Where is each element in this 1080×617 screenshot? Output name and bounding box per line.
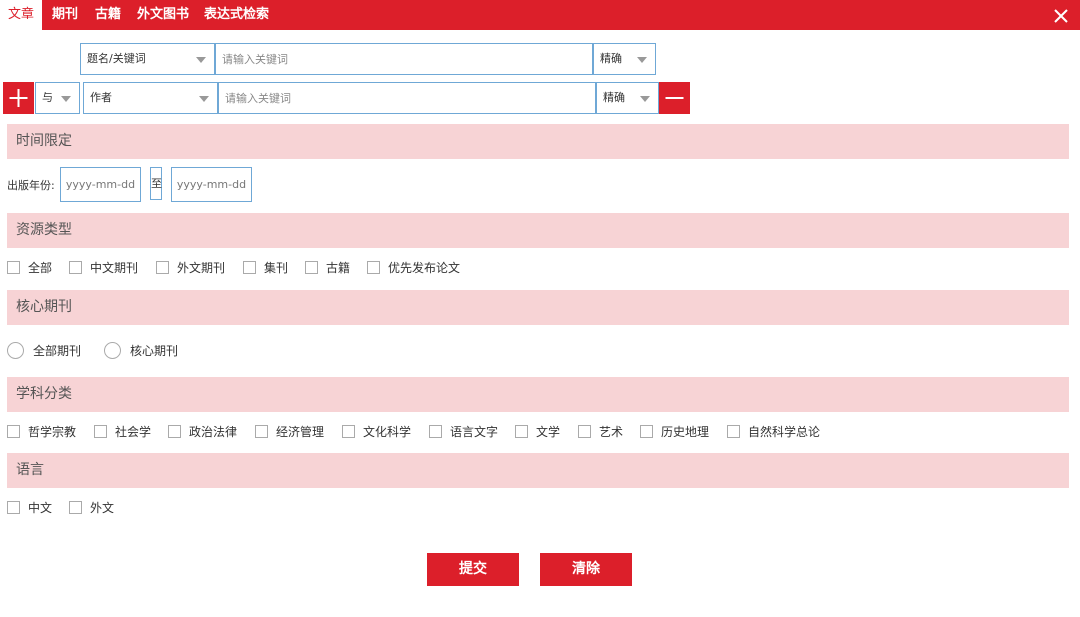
match-select-1-value: 精确 xyxy=(600,52,622,65)
radio[interactable] xyxy=(7,342,24,359)
date-from-input[interactable] xyxy=(60,167,141,202)
checkbox[interactable] xyxy=(367,261,380,274)
checkbox[interactable] xyxy=(727,425,740,438)
option-label: 文学 xyxy=(536,425,561,439)
logic-select-value: 与 xyxy=(42,91,53,104)
minus-icon xyxy=(665,97,684,99)
time-section-header: 时间限定 xyxy=(7,124,1069,159)
checkbox[interactable] xyxy=(168,425,181,438)
checkbox[interactable] xyxy=(305,261,318,274)
option-label: 历史地理 xyxy=(661,425,710,439)
checkbox[interactable] xyxy=(578,425,591,438)
match-select-1[interactable]: 精确 xyxy=(593,43,656,75)
close-button[interactable] xyxy=(1048,4,1074,28)
publish-year-label: 出版年份: xyxy=(7,179,55,192)
chevron-down-icon xyxy=(640,96,650,102)
resource-section-header: 资源类型 xyxy=(7,213,1069,248)
clear-button[interactable]: 清除 xyxy=(540,553,632,586)
option-label: 古籍 xyxy=(326,261,351,275)
field-select-2[interactable]: 作者 xyxy=(83,82,218,114)
add-row-button[interactable] xyxy=(3,82,34,114)
checkbox[interactable] xyxy=(69,261,82,274)
keyword-input-1-field[interactable] xyxy=(216,44,592,74)
match-select-2-value: 精确 xyxy=(603,91,625,104)
field-select-1-value: 题名/关键词 xyxy=(87,52,146,65)
option-label: 语言文字 xyxy=(450,425,499,439)
checkbox[interactable] xyxy=(7,261,20,274)
field-select-1[interactable]: 题名/关键词 xyxy=(80,43,215,75)
plus-icon xyxy=(9,89,28,107)
tab-foreign-books[interactable]: 外文图书 xyxy=(129,0,197,30)
option-label: 外文期刊 xyxy=(177,261,226,275)
chevron-down-icon xyxy=(61,96,71,102)
checkbox[interactable] xyxy=(243,261,256,274)
date-to-separator: 至 xyxy=(150,167,162,200)
tab-ancient-books[interactable]: 古籍 xyxy=(87,0,129,30)
date-to-field[interactable] xyxy=(172,168,251,201)
checkbox[interactable] xyxy=(429,425,442,438)
option-label: 集刊 xyxy=(264,261,289,275)
logic-select[interactable]: 与 xyxy=(35,82,80,114)
chevron-down-icon xyxy=(199,96,209,102)
tab-expression-search[interactable]: 表达式检索 xyxy=(196,0,277,30)
top-tab-bar: 文章 期刊 古籍 外文图书 表达式检索 xyxy=(0,0,1080,30)
checkbox[interactable] xyxy=(7,501,20,514)
checkbox[interactable] xyxy=(156,261,169,274)
date-from-field[interactable] xyxy=(61,168,140,201)
language-section-header: 语言 xyxy=(7,453,1069,488)
keyword-input-1[interactable] xyxy=(215,43,593,75)
checkbox[interactable] xyxy=(515,425,528,438)
match-select-2[interactable]: 精确 xyxy=(596,82,659,114)
date-to-input[interactable] xyxy=(171,167,252,202)
checkbox[interactable] xyxy=(255,425,268,438)
option-label: 政治法律 xyxy=(189,425,238,439)
close-icon xyxy=(1054,9,1068,23)
radio[interactable] xyxy=(104,342,121,359)
checkbox[interactable] xyxy=(342,425,355,438)
option-label: 经济管理 xyxy=(276,425,325,439)
checkbox[interactable] xyxy=(7,425,20,438)
keyword-input-2-field[interactable] xyxy=(219,83,595,113)
option-label: 全部 xyxy=(28,261,53,275)
remove-row-button[interactable] xyxy=(659,82,690,114)
core-section-header: 核心期刊 xyxy=(7,290,1069,325)
option-label: 自然科学总论 xyxy=(748,425,821,439)
option-label: 核心期刊 xyxy=(130,344,179,358)
field-select-2-value: 作者 xyxy=(90,91,112,104)
option-label: 文化科学 xyxy=(363,425,412,439)
checkbox[interactable] xyxy=(94,425,107,438)
option-label: 外文 xyxy=(90,501,115,515)
option-label: 优先发布论文 xyxy=(388,261,461,275)
option-label: 中文期刊 xyxy=(90,261,139,275)
checkbox[interactable] xyxy=(69,501,82,514)
option-label: 中文 xyxy=(28,501,53,515)
subject-section-header: 学科分类 xyxy=(7,377,1069,412)
tab-article[interactable]: 文章 xyxy=(0,0,43,30)
option-label: 哲学宗教 xyxy=(28,425,77,439)
checkbox[interactable] xyxy=(640,425,653,438)
option-label: 社会学 xyxy=(115,425,152,439)
tab-journal[interactable]: 期刊 xyxy=(44,0,86,30)
chevron-down-icon xyxy=(637,57,647,63)
submit-button[interactable]: 提交 xyxy=(427,553,519,586)
option-label: 艺术 xyxy=(599,425,624,439)
keyword-input-2[interactable] xyxy=(218,82,596,114)
option-label: 全部期刊 xyxy=(33,344,82,358)
chevron-down-icon xyxy=(196,57,206,63)
